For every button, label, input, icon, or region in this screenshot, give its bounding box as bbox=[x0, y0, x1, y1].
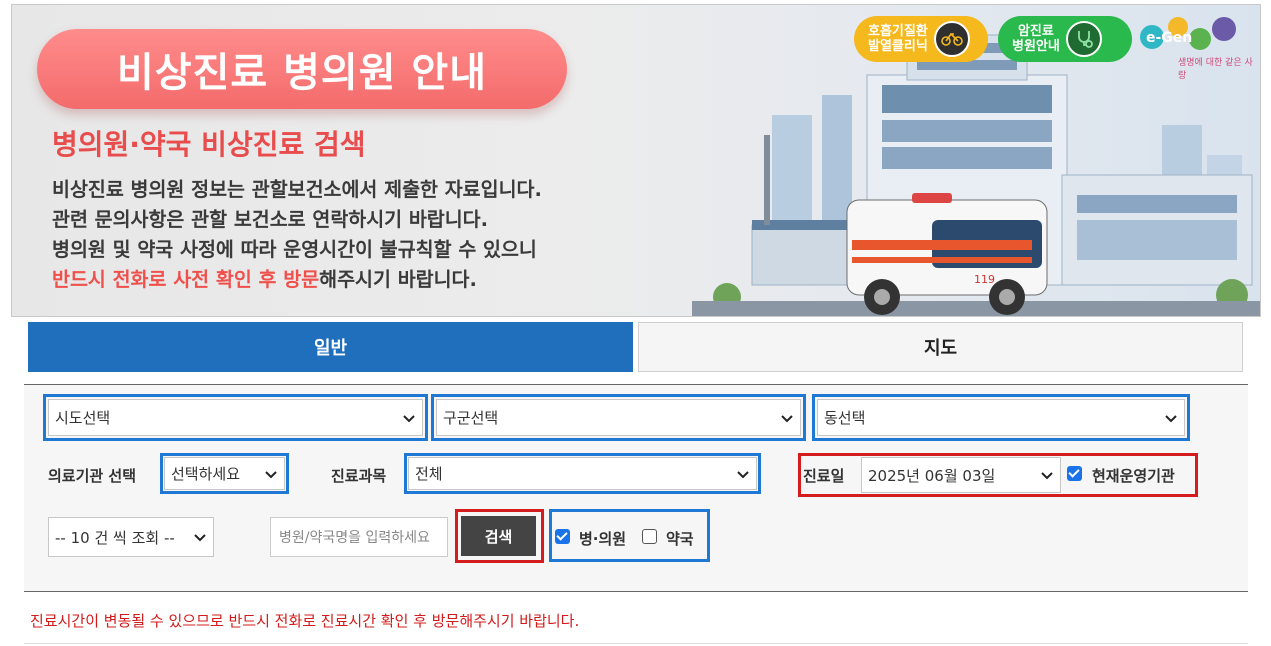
cancer-hospital-badge[interactable]: 암진료 병원안내 bbox=[998, 16, 1132, 62]
tab-map[interactable]: 지도 bbox=[638, 322, 1243, 372]
cancer-hospital-line2: 병원안내 bbox=[1012, 39, 1060, 54]
fever-clinic-badge[interactable]: 호흡기질환 발열클리닉 bbox=[854, 16, 988, 62]
desc-rest: 해주시기 바랍니다. bbox=[319, 268, 477, 291]
banner-subtitle: 병의원·약국 비상진료 검색 bbox=[52, 128, 366, 161]
desc-highlight: 반드시 전화로 사전 확인 후 방문 bbox=[52, 268, 320, 291]
stethoscope-icon bbox=[1065, 21, 1102, 57]
department-label: 진료과목 bbox=[331, 467, 387, 485]
name-search-input[interactable]: 병원/약국명을 입력하세요 bbox=[270, 517, 448, 557]
banner-title: 비상진료 병의원 안내 bbox=[37, 29, 567, 109]
chevron-down-icon bbox=[194, 534, 206, 542]
department-value: 전체 bbox=[415, 465, 443, 483]
logo-text: e-Gen bbox=[1146, 30, 1192, 46]
open-now-label: 현재운영기관 bbox=[1092, 467, 1175, 485]
cancer-hospital-line1: 암진료 bbox=[1017, 24, 1054, 39]
fever-clinic-line2: 발열클리닉 bbox=[868, 39, 928, 54]
desc-line: 반드시 전화로 사전 확인 후 방문해주시기 바랍니다. bbox=[52, 265, 542, 295]
fever-clinic-line1: 호흡기질환 bbox=[868, 24, 928, 39]
logo-tagline: 생명에 대한 같은 사랑 bbox=[1178, 58, 1253, 81]
chevron-down-icon bbox=[1165, 414, 1177, 422]
sido-value: 시도선택 bbox=[55, 409, 111, 427]
date-select[interactable]: 2025년 06월 03일 bbox=[861, 457, 1061, 493]
institution-label: 의료기관 선택 bbox=[48, 467, 137, 485]
open-now-checkbox[interactable] bbox=[1067, 466, 1082, 481]
institution-select[interactable]: 선택하세요 bbox=[164, 457, 285, 490]
notice-text: 진료시간이 변동될 수 있으므로 반드시 전화로 진료시간 확인 후 방문해주시… bbox=[30, 612, 580, 630]
banner-description: 비상진료 병의원 정보는 관할보건소에서 제출한 자료입니다. 관련 문의사항은… bbox=[52, 175, 542, 295]
hospital-checkbox[interactable] bbox=[555, 529, 570, 544]
chevron-down-icon bbox=[737, 470, 749, 478]
pharmacy-checkbox[interactable] bbox=[642, 529, 657, 544]
date-label: 진료일 bbox=[803, 467, 845, 485]
cancer-hospital-text: 암진료 병원안내 bbox=[1012, 24, 1060, 54]
divider bbox=[24, 643, 1248, 644]
desc-line: 병의원 및 약국 사정에 따라 운영시간이 불규칙할 수 있으니 bbox=[52, 238, 537, 261]
fever-clinic-text: 호흡기질환 발열클리닉 bbox=[868, 24, 928, 54]
search-button[interactable]: 검색 bbox=[461, 516, 536, 556]
department-select[interactable]: 전체 bbox=[408, 457, 757, 490]
ambulance-label: 119 bbox=[974, 273, 995, 286]
hospital-label: 병·의원 bbox=[579, 530, 627, 548]
chevron-down-icon bbox=[781, 414, 793, 422]
sido-select[interactable]: 시도선택 bbox=[48, 399, 423, 436]
gugun-value: 구군선택 bbox=[443, 409, 499, 427]
desc-line: 비상진료 병의원 정보는 관할보건소에서 제출한 자료입니다. bbox=[52, 178, 542, 201]
page-size-value: -- 10 건 씩 조회 -- bbox=[55, 528, 175, 547]
institution-value: 선택하세요 bbox=[171, 465, 241, 483]
dong-value: 동선택 bbox=[824, 409, 866, 427]
chevron-down-icon bbox=[265, 470, 277, 478]
desc-line: 관련 문의사항은 관할 보건소로 연락하시기 바랍니다. bbox=[52, 208, 489, 231]
date-value: 2025년 06월 03일 bbox=[868, 466, 996, 485]
tab-general[interactable]: 일반 bbox=[28, 322, 633, 372]
gugun-select[interactable]: 구군선택 bbox=[436, 399, 801, 436]
page-size-select[interactable]: -- 10 건 씩 조회 -- bbox=[48, 517, 214, 557]
pharmacy-label: 약국 bbox=[666, 530, 694, 548]
chevron-down-icon bbox=[1041, 472, 1053, 480]
bicycle-icon bbox=[933, 21, 970, 57]
chevron-down-icon bbox=[403, 414, 415, 422]
hero-banner: 비상진료 병의원 안내 병의원·약국 비상진료 검색 비상진료 병의원 정보는 … bbox=[11, 4, 1261, 317]
dong-select[interactable]: 동선택 bbox=[817, 399, 1185, 436]
